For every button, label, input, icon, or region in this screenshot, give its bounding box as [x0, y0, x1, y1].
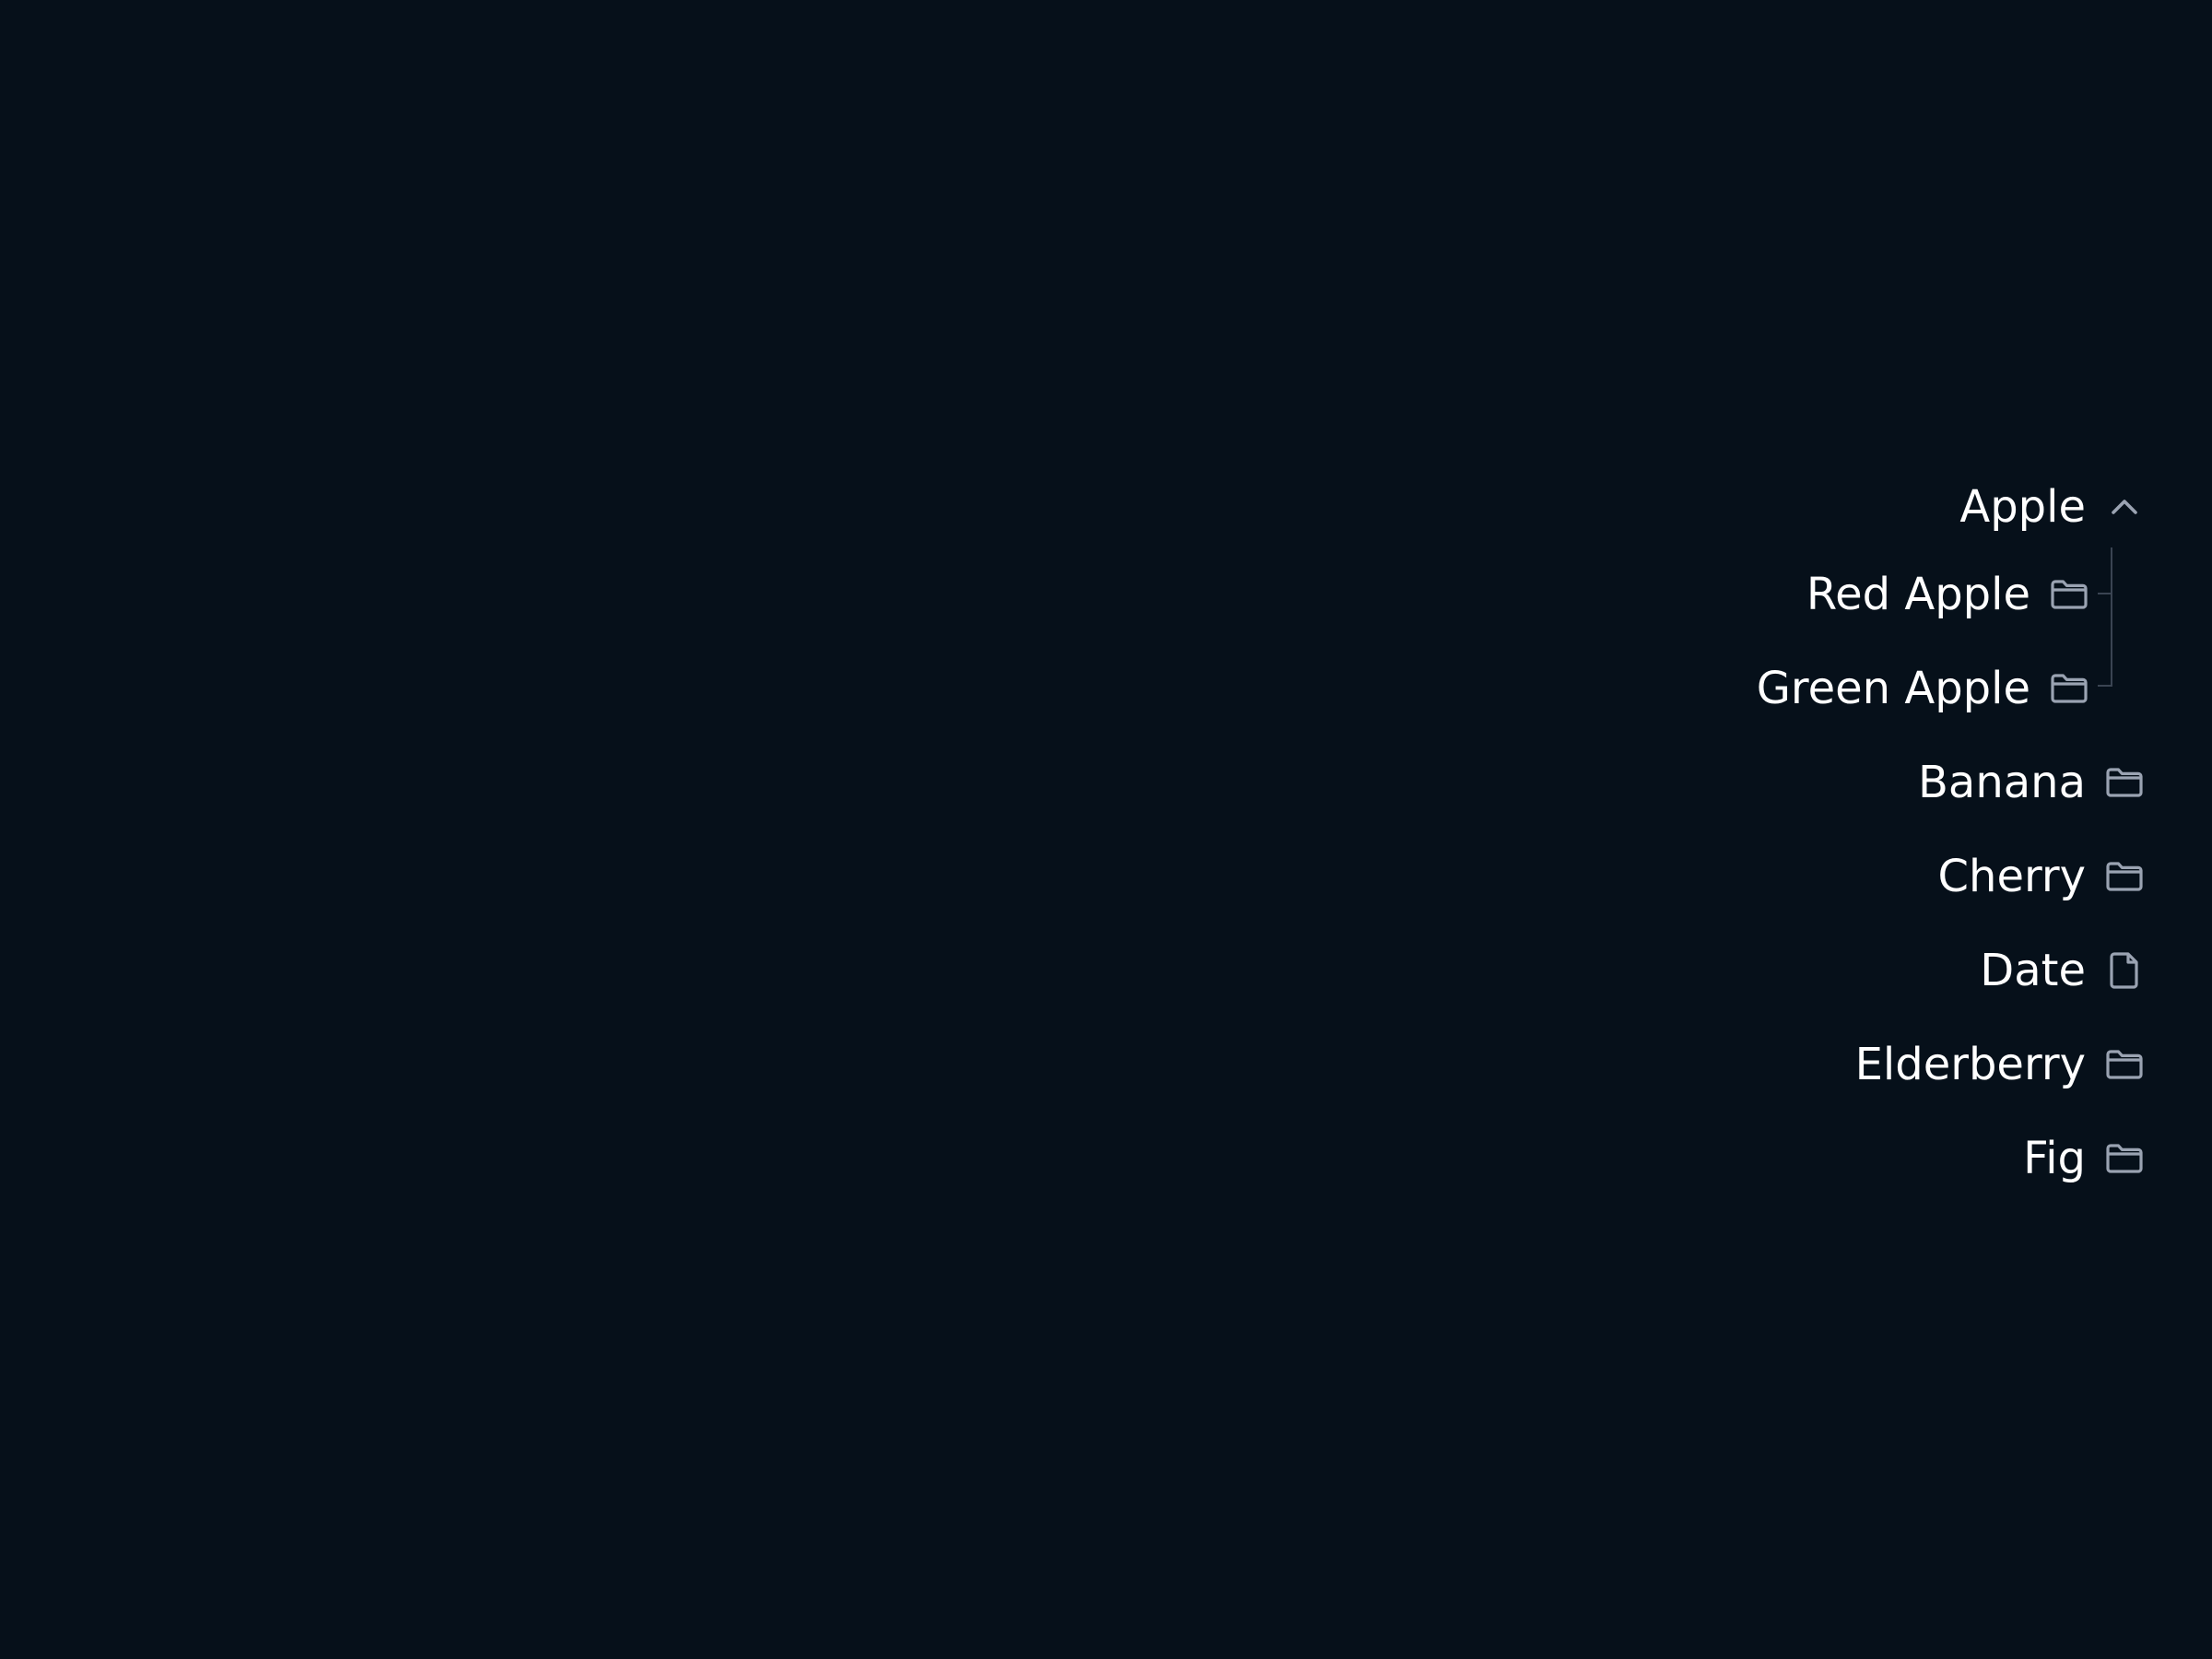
tree-guide-line [2111, 547, 2112, 686]
tree-item-label: Banana [1917, 757, 2086, 808]
folder-icon [2102, 1136, 2147, 1181]
file-icon [2102, 948, 2147, 993]
tree-item-label: Apple [1959, 481, 2086, 533]
tree-guide-branch [2098, 685, 2112, 687]
tree-item-red-apple[interactable]: Red Apple [1806, 558, 2091, 631]
folder-icon [2102, 854, 2147, 899]
tree-item-apple[interactable]: Apple [1959, 470, 2147, 544]
tree-view: Apple Red Apple Green Apple Banana Cherr… [0, 0, 2212, 1659]
tree-item-date[interactable]: Date [1980, 934, 2147, 1007]
tree-item-label: Date [1980, 945, 2086, 996]
tree-item-label: Elderberry [1854, 1039, 2086, 1090]
tree-item-label: Fig [2023, 1133, 2086, 1184]
folder-icon [2047, 666, 2091, 711]
tree-item-fig[interactable]: Fig [2023, 1122, 2147, 1195]
chevron-up-icon[interactable] [2102, 485, 2147, 529]
folder-icon [2102, 1042, 2147, 1087]
tree-item-banana[interactable]: Banana [1918, 746, 2147, 819]
folder-icon [2102, 760, 2147, 805]
tree-item-label: Cherry [1937, 851, 2087, 902]
tree-guide-branch [2098, 593, 2112, 594]
tree-item-cherry[interactable]: Cherry [1938, 840, 2147, 913]
folder-icon [2047, 572, 2091, 617]
tree-item-elderberry[interactable]: Elderberry [1855, 1028, 2147, 1101]
tree-item-green-apple[interactable]: Green Apple [1757, 652, 2091, 725]
tree-item-label: Red Apple [1806, 569, 2030, 620]
tree-item-label: Green Apple [1756, 663, 2030, 714]
